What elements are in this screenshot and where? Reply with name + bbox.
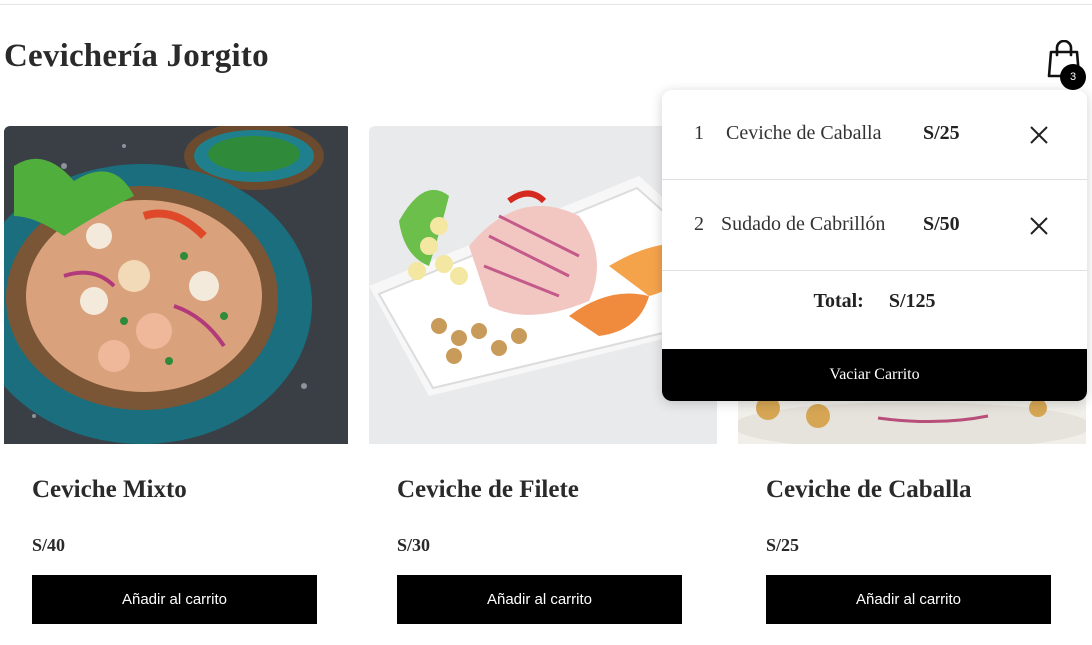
clear-cart-button[interactable]: Vaciar Carrito <box>662 349 1087 401</box>
product-price: S/30 <box>397 535 431 555</box>
cart-total-value: S/125 <box>888 290 936 312</box>
cart-item-price: S/25 <box>923 122 960 144</box>
cart-item-price: S/50 <box>923 213 960 235</box>
product-price: S/40 <box>32 535 66 555</box>
cart-item-qty: 2 <box>694 213 704 235</box>
cart-button[interactable]: 3 <box>1042 38 1090 90</box>
cart-item: 1 Ceviche de Caballa S/25 <box>662 90 1087 180</box>
product-card: Ceviche Mixto S/40 Añadir al carrito <box>4 126 352 636</box>
cart-total: Total: S/125 <box>662 290 1087 313</box>
product-title: Ceviche de Filete <box>397 476 579 503</box>
product-title: Ceviche Mixto <box>32 476 187 503</box>
remove-item-button[interactable] <box>1028 215 1050 237</box>
cart-dropdown: 1 Ceviche de Caballa S/25 2 Sudado de Ca… <box>662 90 1087 401</box>
brand-title: Cevichería Jorgito <box>4 38 269 74</box>
product-title: Ceviche de Caballa <box>766 476 972 503</box>
cart-item-name: Ceviche de Caballa <box>726 122 882 144</box>
close-icon <box>1030 217 1048 235</box>
add-to-cart-button[interactable]: Añadir al carrito <box>397 575 682 624</box>
cart-item-name: Sudado de Cabrillón <box>721 213 886 235</box>
product-image <box>4 126 352 444</box>
cart-total-label: Total: <box>813 290 864 312</box>
cart-item-qty: 1 <box>694 122 704 144</box>
cart-item: 2 Sudado de Cabrillón S/50 <box>662 181 1087 271</box>
product-price: S/25 <box>766 535 800 555</box>
cart-count-badge: 3 <box>1060 64 1086 90</box>
add-to-cart-button[interactable]: Añadir al carrito <box>766 575 1051 624</box>
top-divider <box>0 4 1092 5</box>
add-to-cart-button[interactable]: Añadir al carrito <box>32 575 317 624</box>
close-icon <box>1030 126 1048 144</box>
remove-item-button[interactable] <box>1028 124 1050 146</box>
